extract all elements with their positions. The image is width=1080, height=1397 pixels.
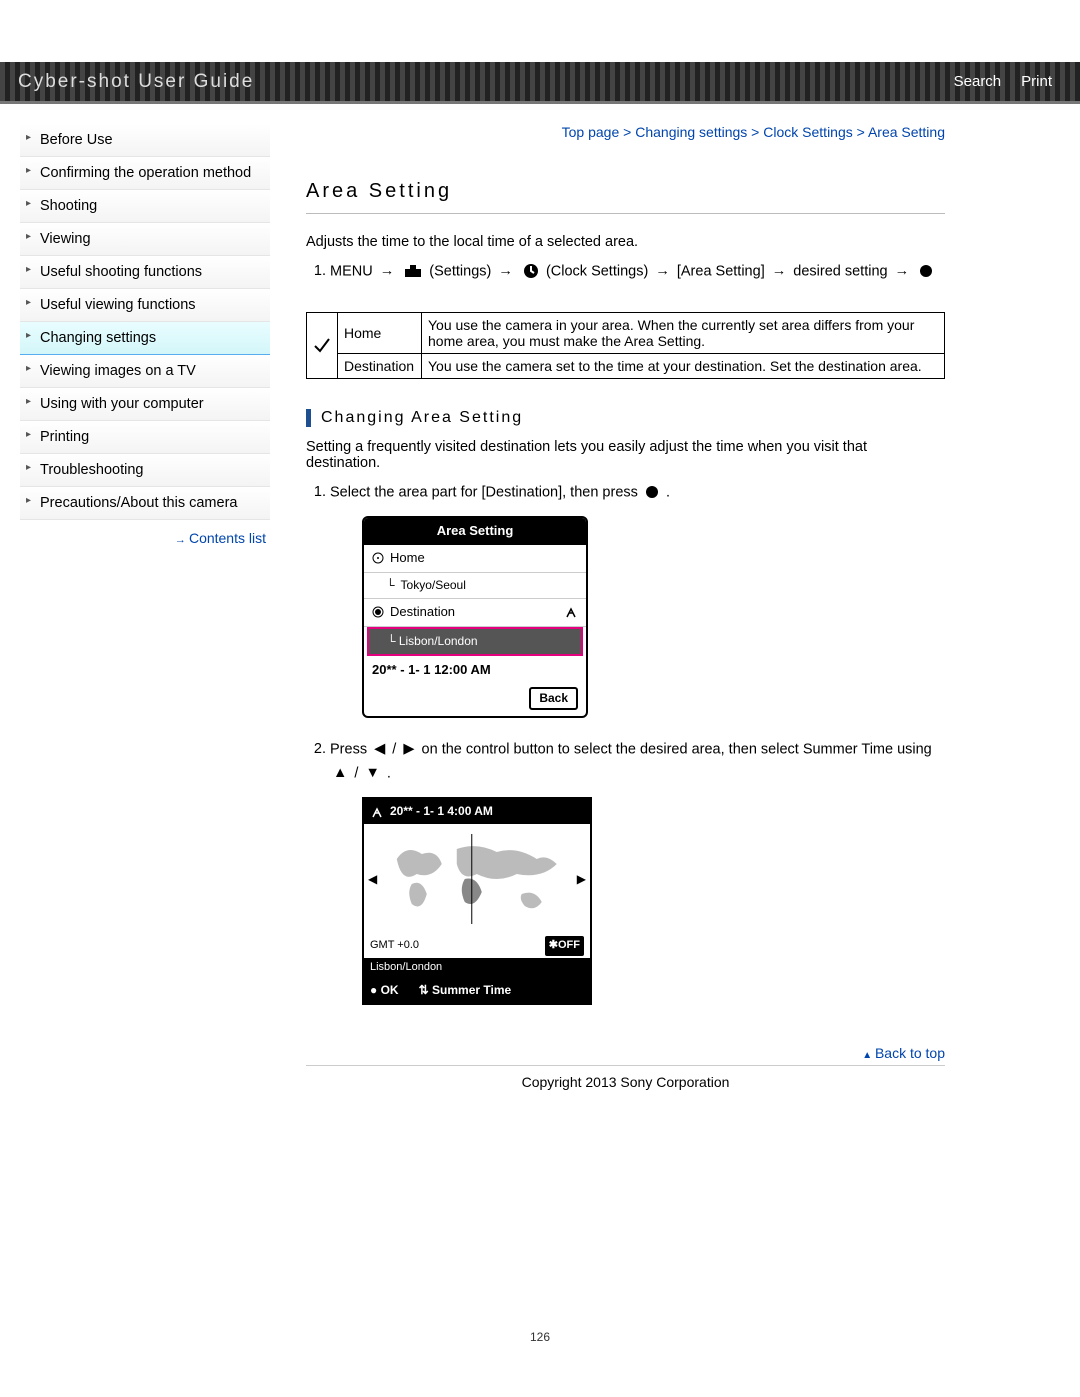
- step-2-2: Press ◀ / ▶ on the control button to sel…: [330, 738, 945, 1005]
- map-ok-row: ● OK ⇅ Summer Time: [364, 978, 590, 1003]
- nav-item-useful-viewing-functions[interactable]: Useful viewing functions: [20, 289, 270, 322]
- nav-item-printing[interactable]: Printing: [20, 421, 270, 454]
- arrow-icon: →: [655, 260, 670, 283]
- table-label-home: Home: [338, 312, 422, 353]
- option-table: Home You use the camera in your area. Wh…: [306, 312, 945, 379]
- nav-item-useful-shooting-functions[interactable]: Useful shooting functions: [20, 256, 270, 289]
- arrow-icon: →: [895, 260, 910, 283]
- contents-list-link[interactable]: Contents list: [20, 520, 270, 546]
- nav-item-shooting[interactable]: Shooting: [20, 190, 270, 223]
- nav-list: Before UseConfirming the operation metho…: [20, 124, 270, 520]
- subheading: Changing Area Setting: [306, 409, 945, 427]
- screen-back: Back: [364, 685, 586, 716]
- arrow-icon: →: [498, 260, 513, 283]
- triangle-left-icon: ◀: [368, 870, 377, 889]
- sidebar: Before UseConfirming the operation metho…: [20, 124, 270, 1130]
- back-to-top-link[interactable]: Back to top: [306, 1045, 945, 1061]
- screen-area-setting: Area Setting Home └ Tokyo/Seoul Destinat…: [362, 516, 588, 718]
- world-map-graphic: [377, 834, 577, 924]
- page-title: Area Setting: [306, 180, 945, 214]
- triangle-down-icon: ▼: [365, 762, 379, 785]
- arrow-icon: →: [380, 260, 395, 283]
- step-list-2: Select the area part for [Destination], …: [306, 481, 945, 1005]
- step-1: MENU → (Settings) → (Clock Settings) → […: [330, 260, 945, 284]
- screen-title: Area Setting: [364, 518, 586, 545]
- breadcrumb-changing[interactable]: Changing settings: [635, 124, 747, 140]
- triangle-left-icon: ◀: [374, 738, 385, 761]
- nav-item-changing-settings[interactable]: Changing settings: [20, 322, 270, 355]
- step-list-1: MENU → (Settings) → (Clock Settings) → […: [306, 260, 945, 284]
- header-bar: Cyber-shot User Guide Search Print: [0, 62, 1080, 104]
- app-title: Cyber-shot User Guide: [18, 71, 254, 93]
- footer-copyright: Copyright 2013 Sony Corporation: [306, 1065, 945, 1130]
- nav-item-viewing-images-on-a-tv[interactable]: Viewing images on a TV: [20, 355, 270, 388]
- sub-intro: Setting a frequently visited destination…: [306, 439, 945, 471]
- breadcrumb-top[interactable]: Top page: [562, 124, 620, 140]
- header-actions: Search Print: [954, 70, 1062, 93]
- triangle-right-icon: ▶: [577, 870, 586, 889]
- person-plane-icon: [370, 805, 384, 819]
- nav-item-viewing[interactable]: Viewing: [20, 223, 270, 256]
- search-link[interactable]: Search: [954, 73, 1002, 90]
- map-body: ◀ ▶: [364, 824, 590, 934]
- triangle-up-icon: ▲: [333, 762, 347, 785]
- check-icon: [313, 336, 331, 354]
- screen-dest-row: Destination: [364, 599, 586, 627]
- check-icon-cell: [307, 312, 338, 378]
- person-plane-icon: [564, 605, 578, 619]
- screen-dest-zone: └ Lisbon/London: [367, 627, 583, 656]
- step-2-1: Select the area part for [Destination], …: [330, 481, 945, 718]
- map-head: 20** - 1- 1 4:00 AM: [364, 799, 590, 824]
- nav-item-troubleshooting[interactable]: Troubleshooting: [20, 454, 270, 487]
- toolbox-icon: [404, 260, 422, 283]
- nav-item-precautions-about-this-camera[interactable]: Precautions/About this camera: [20, 487, 270, 520]
- arrow-icon: →: [772, 260, 787, 283]
- table-desc-destination: You use the camera set to the time at yo…: [422, 353, 945, 378]
- screen-time: 20** - 1- 1 12:00 AM: [364, 656, 586, 685]
- print-button[interactable]: Print: [1011, 70, 1062, 93]
- breadcrumb-area[interactable]: Area Setting: [868, 124, 945, 140]
- triangle-right-icon: ▶: [403, 738, 414, 761]
- table-desc-home: You use the camera in your area. When th…: [422, 312, 945, 353]
- summer-off-badge: ✱OFF: [545, 936, 584, 956]
- nav-item-using-with-your-computer[interactable]: Using with your computer: [20, 388, 270, 421]
- screen-home-zone: └ Tokyo/Seoul: [364, 573, 586, 599]
- radio-dest-icon: [372, 606, 384, 618]
- clock-icon: [523, 260, 539, 283]
- screen-world-map: 20** - 1- 1 4:00 AM ◀: [362, 797, 592, 1005]
- screen-home-row: Home: [364, 545, 586, 573]
- nav-item-confirming-the-operation-method[interactable]: Confirming the operation method: [20, 157, 270, 190]
- intro-text: Adjusts the time to the local time of a …: [306, 234, 945, 250]
- page-number: 126: [0, 1330, 1080, 1344]
- dot-icon: [919, 260, 933, 283]
- main-content: Top page > Changing settings > Clock Set…: [306, 124, 945, 1130]
- nav-item-before-use[interactable]: Before Use: [20, 124, 270, 157]
- breadcrumb: Top page > Changing settings > Clock Set…: [306, 124, 945, 140]
- breadcrumb-clock[interactable]: Clock Settings: [763, 124, 852, 140]
- table-label-destination: Destination: [338, 353, 422, 378]
- dot-icon: [645, 481, 659, 504]
- radio-home-icon: [372, 552, 384, 564]
- map-gmt-row: GMT +0.0 ✱OFF: [364, 934, 590, 958]
- updown-icon: ⇅: [419, 983, 429, 997]
- map-zone-row: Lisbon/London: [364, 958, 590, 978]
